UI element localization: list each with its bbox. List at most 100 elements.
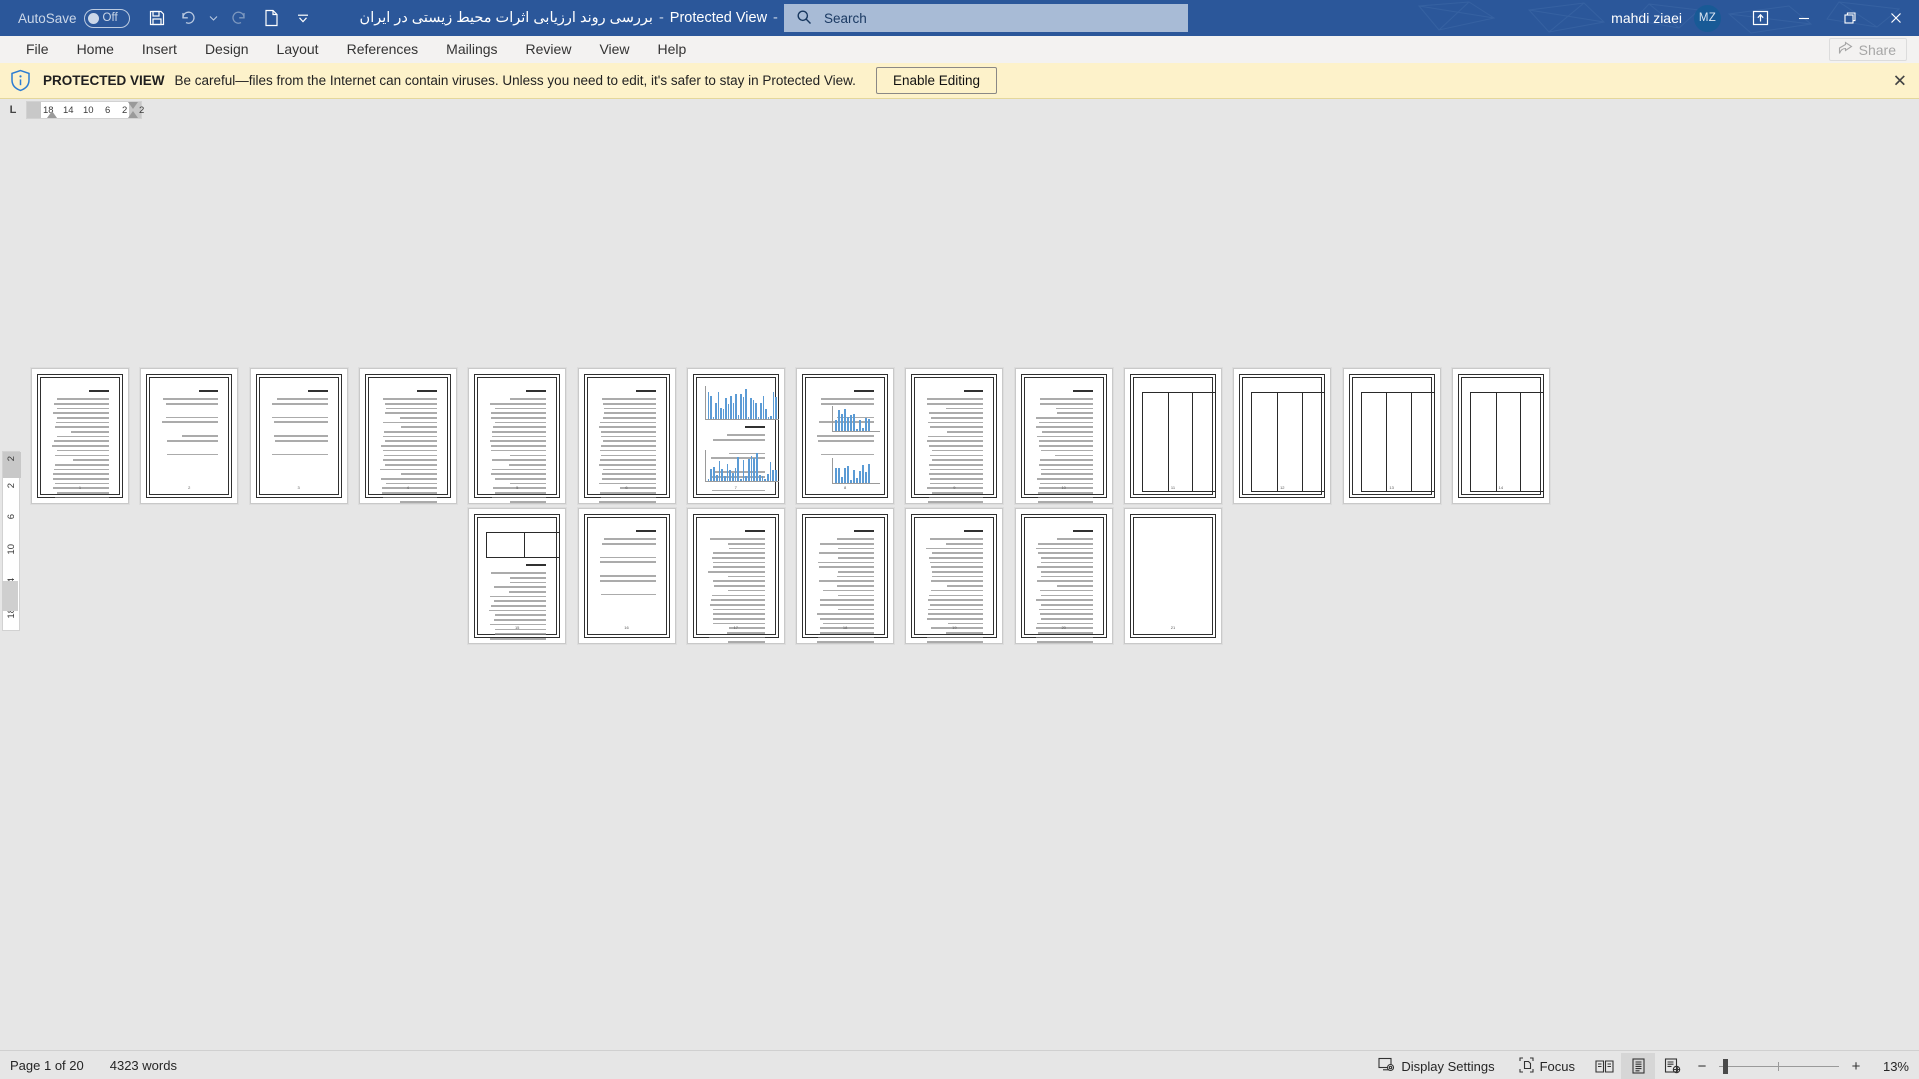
tab-references[interactable]: References — [333, 36, 433, 63]
text-line — [927, 599, 984, 601]
zoom-in-button[interactable]: + — [1849, 1058, 1863, 1075]
search-placeholder: Search — [824, 10, 867, 26]
page-border-inner: 13 — [1351, 377, 1435, 495]
page-thumbnail[interactable]: 8 — [796, 368, 895, 504]
enable-editing-button[interactable]: Enable Editing — [875, 67, 998, 94]
zoom-slider[interactable] — [1719, 1058, 1839, 1074]
chart-bar — [710, 469, 713, 481]
close-button[interactable] — [1873, 0, 1919, 36]
page-thumbnail[interactable]: 21 — [1124, 508, 1222, 644]
page-thumbnail[interactable]: 19 — [905, 508, 1004, 644]
text-line — [72, 459, 109, 461]
text-line — [1037, 492, 1093, 494]
chart-bar — [750, 397, 752, 419]
text-line — [1039, 613, 1093, 615]
tab-insert[interactable]: Insert — [128, 36, 191, 63]
text-line — [820, 398, 875, 400]
tab-stop-selector[interactable]: L — [0, 99, 26, 121]
page-thumbnail[interactable]: 14 — [1451, 368, 1550, 504]
page-border-outer: 14 — [1457, 374, 1544, 498]
page-thumbnail[interactable]: 2 — [140, 368, 239, 504]
autosave-toggle[interactable]: AutoSave Off — [18, 8, 130, 28]
tab-home[interactable]: Home — [63, 36, 128, 63]
page-thumbnail[interactable]: 6 — [577, 368, 676, 504]
page-thumbnail[interactable]: 17 — [686, 508, 785, 644]
first-line-indent-marker[interactable] — [47, 111, 57, 118]
zoom-level-label[interactable]: 13% — [1873, 1059, 1909, 1074]
table-column-divider — [1276, 393, 1278, 491]
tab-design[interactable]: Design — [191, 36, 263, 63]
undo-dropdown-icon[interactable] — [206, 4, 222, 32]
page-thumbnail[interactable]: 3 — [249, 368, 348, 504]
page-thumbnail[interactable]: 15 — [468, 508, 567, 644]
page-thumbnail[interactable]: 20 — [1014, 508, 1113, 644]
ribbon-display-options-icon[interactable] — [1739, 0, 1781, 36]
text-line — [1040, 603, 1093, 606]
chart-bar — [723, 476, 726, 481]
zoom-slider-thumb[interactable] — [1723, 1058, 1728, 1074]
customize-qat-icon[interactable] — [288, 4, 318, 32]
search-input[interactable]: Search — [784, 4, 1188, 32]
page-thumbnail[interactable]: 1 — [31, 368, 129, 504]
focus-button[interactable]: Focus — [1507, 1051, 1587, 1079]
print-layout-icon[interactable] — [1621, 1053, 1655, 1079]
page-border-outer: 7 — [692, 374, 779, 498]
page-thumbnail[interactable]: 9 — [905, 368, 1004, 504]
display-settings-button[interactable]: Display Settings — [1366, 1051, 1506, 1079]
chart-bar — [734, 467, 737, 481]
tab-review[interactable]: Review — [512, 36, 586, 63]
hanging-indent-marker[interactable] — [128, 102, 138, 109]
word-count[interactable]: 4323 words — [110, 1058, 177, 1073]
redo-icon[interactable] — [224, 4, 254, 32]
text-line — [599, 579, 656, 582]
page-thumbnail[interactable]: 16 — [577, 508, 676, 644]
text-line — [728, 575, 765, 578]
tab-file[interactable]: File — [12, 36, 63, 63]
text-line — [494, 633, 547, 635]
chart-bar — [726, 464, 729, 481]
zoom-out-button[interactable]: − — [1695, 1058, 1709, 1075]
page-thumbnail[interactable]: 10 — [1014, 368, 1113, 504]
autosave-switch[interactable]: Off — [83, 8, 130, 28]
text-line — [927, 617, 984, 620]
page-thumbnail[interactable]: 12 — [1233, 368, 1332, 504]
restore-button[interactable] — [1827, 0, 1873, 36]
focus-icon — [1519, 1056, 1534, 1076]
web-layout-icon[interactable] — [1655, 1053, 1689, 1079]
page-thumbnail[interactable]: 5 — [468, 368, 567, 504]
page-thumbnail[interactable]: 7 — [686, 368, 785, 504]
horizontal-ruler[interactable]: 18 14 10 6 2 2 — [26, 101, 144, 119]
tab-help[interactable]: Help — [644, 36, 701, 63]
document-workspace[interactable]: 2 2 6 10 14 18 1234567891011121314151617… — [0, 121, 1919, 1050]
page-thumbnail[interactable]: 18 — [796, 508, 895, 644]
text-line — [54, 440, 109, 443]
tab-layout[interactable]: Layout — [263, 36, 333, 63]
text-line — [927, 641, 984, 643]
undo-icon[interactable] — [174, 4, 204, 32]
page-number-footer: 2 — [188, 485, 191, 490]
left-indent-marker[interactable] — [128, 111, 138, 118]
tab-view[interactable]: View — [585, 36, 643, 63]
chart-bar — [838, 467, 841, 483]
chart-bar — [710, 396, 712, 419]
text-line — [510, 501, 547, 503]
page-thumbnail[interactable]: 13 — [1342, 368, 1441, 504]
minimize-button[interactable] — [1781, 0, 1827, 36]
zoom-control[interactable]: − + 13% — [1695, 1058, 1909, 1075]
tab-mailings[interactable]: Mailings — [432, 36, 511, 63]
page-number-footer: 14 — [1498, 485, 1504, 490]
page-thumbnail[interactable]: 11 — [1124, 368, 1222, 504]
text-line — [1055, 407, 1093, 410]
text-line — [928, 557, 984, 559]
chart-bar — [742, 459, 745, 481]
read-mode-icon[interactable] — [1587, 1053, 1621, 1079]
page-border-inner: 2 — [149, 377, 230, 495]
page-indicator[interactable]: Page 1 of 20 — [10, 1058, 84, 1073]
share-button[interactable]: Share — [1828, 38, 1907, 61]
close-icon[interactable]: ✕ — [1893, 72, 1907, 89]
avatar[interactable]: MZ — [1694, 4, 1721, 32]
page-thumbnail[interactable]: 4 — [358, 368, 457, 504]
autosave-label: AutoSave — [18, 10, 77, 26]
save-icon[interactable] — [142, 4, 172, 32]
new-file-icon[interactable] — [256, 4, 286, 32]
